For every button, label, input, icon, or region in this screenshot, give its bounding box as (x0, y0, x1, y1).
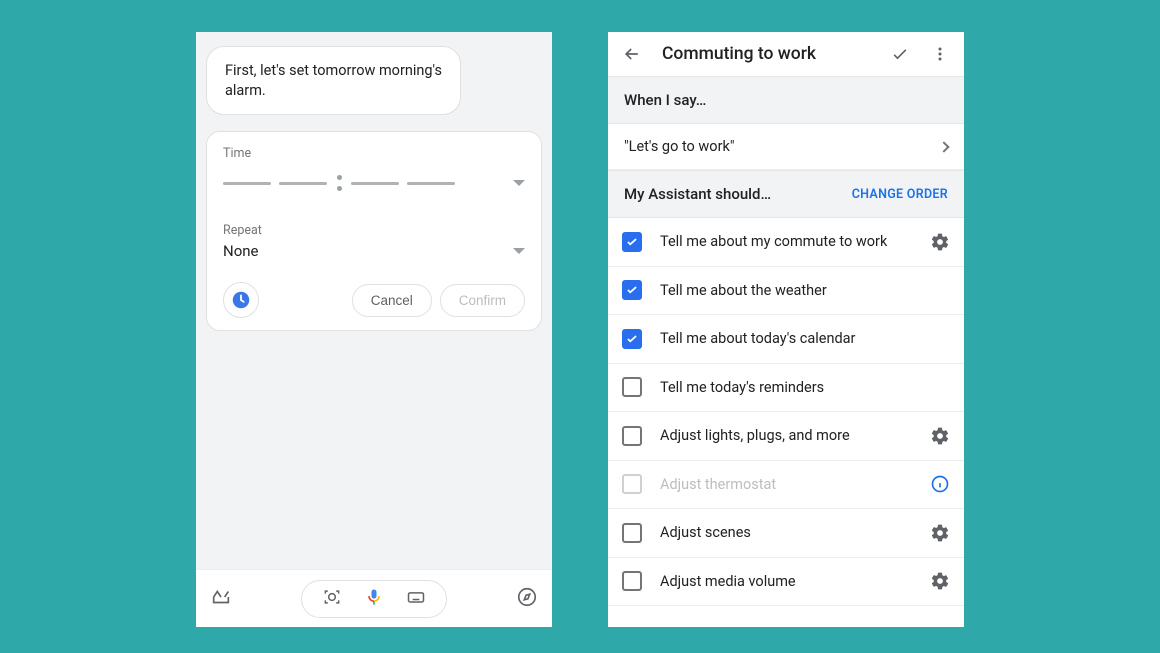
overflow-icon[interactable] (930, 44, 950, 64)
action-checkbox (622, 474, 642, 494)
clock-icon (230, 289, 252, 311)
repeat-value: None (223, 242, 259, 260)
action-label: Adjust scenes (660, 524, 912, 541)
action-row[interactable]: Tell me about the weather (608, 267, 964, 316)
time-label: Time (223, 146, 525, 161)
time-picker-row[interactable] (223, 161, 525, 205)
time-min-tens (351, 182, 399, 185)
action-label: Tell me about the weather (660, 282, 950, 299)
check-icon[interactable] (890, 44, 910, 64)
routine-title: Commuting to work (662, 44, 870, 64)
action-label: Adjust thermostat (660, 476, 912, 493)
routine-settings-screen: Commuting to work When I say… "Let's go … (608, 32, 964, 627)
gear-icon[interactable] (930, 426, 950, 446)
clock-app-chip[interactable] (223, 282, 259, 318)
time-hour-ones (279, 182, 327, 185)
action-checkbox[interactable] (622, 426, 642, 446)
cancel-label: Cancel (371, 293, 413, 308)
assistant-should-header: My Assistant should… CHANGE ORDER (608, 170, 964, 218)
chevron-right-icon (938, 141, 949, 152)
action-checkbox[interactable] (622, 523, 642, 543)
assistant-body: First, let's set tomorrow morning's alar… (196, 32, 552, 569)
action-checkbox[interactable] (622, 280, 642, 300)
assistant-should-label: My Assistant should… (624, 185, 771, 203)
action-label: Tell me about my commute to work (660, 233, 912, 250)
repeat-dropdown[interactable]: None (223, 242, 525, 260)
confirm-label: Confirm (459, 293, 506, 308)
when-i-say-label: When I say… (624, 91, 706, 109)
time-picker[interactable] (223, 175, 505, 191)
assistant-bottom-bar (196, 569, 552, 627)
action-checkbox[interactable] (622, 377, 642, 397)
action-row[interactable]: Tell me today's reminders (608, 364, 964, 413)
action-row[interactable]: Adjust scenes (608, 509, 964, 558)
repeat-section: Repeat None (223, 223, 525, 260)
keyboard-icon[interactable] (406, 587, 426, 611)
time-hour-tens (223, 182, 271, 185)
action-checkbox[interactable] (622, 232, 642, 252)
change-order-button[interactable]: CHANGE ORDER (852, 187, 948, 202)
confirm-button[interactable]: Confirm (440, 284, 525, 317)
time-min-ones (407, 182, 455, 185)
action-label: Tell me about today's calendar (660, 330, 950, 347)
action-checkbox[interactable] (622, 329, 642, 349)
alarm-card: Time Repeat No (206, 131, 542, 331)
assistant-message-text: First, let's set tomorrow morning's alar… (225, 62, 442, 99)
card-actions: Cancel Confirm (352, 284, 525, 317)
action-label: Adjust lights, plugs, and more (660, 427, 912, 444)
time-section: Time (223, 146, 525, 205)
trigger-phrase-row[interactable]: "Let's go to work" (608, 124, 964, 170)
cancel-button[interactable]: Cancel (352, 284, 432, 317)
action-row[interactable]: Adjust thermostat (608, 461, 964, 510)
card-footer: Cancel Confirm (223, 278, 525, 318)
assistant-message-bubble: First, let's set tomorrow morning's alar… (206, 46, 461, 115)
lens-icon[interactable] (322, 587, 342, 611)
repeat-label: Repeat (223, 223, 525, 238)
action-label: Adjust media volume (660, 573, 912, 590)
repeat-dropdown-icon (513, 248, 525, 254)
action-row[interactable]: Adjust media volume (608, 558, 964, 607)
time-colon (335, 175, 343, 191)
input-pill (301, 580, 447, 618)
action-row[interactable]: Adjust lights, plugs, and more (608, 412, 964, 461)
updates-icon[interactable] (210, 586, 232, 612)
when-i-say-header: When I say… (608, 76, 964, 124)
gear-icon[interactable] (930, 232, 950, 252)
info-icon[interactable] (930, 474, 950, 494)
explore-icon[interactable] (516, 586, 538, 612)
gear-icon[interactable] (930, 523, 950, 543)
action-checkbox[interactable] (622, 571, 642, 591)
action-label: Tell me today's reminders (660, 379, 950, 396)
mic-icon[interactable] (364, 587, 384, 611)
trigger-phrase-text: "Let's go to work" (624, 138, 735, 155)
assistant-alarm-screen: First, let's set tomorrow morning's alar… (196, 32, 552, 627)
routine-header: Commuting to work (608, 32, 964, 76)
action-row[interactable]: Tell me about my commute to work (608, 218, 964, 267)
action-list: Tell me about my commute to work Tell me … (608, 218, 964, 627)
time-dropdown-icon[interactable] (513, 180, 525, 186)
back-icon[interactable] (622, 44, 642, 64)
gear-icon[interactable] (930, 571, 950, 591)
action-row[interactable]: Tell me about today's calendar (608, 315, 964, 364)
